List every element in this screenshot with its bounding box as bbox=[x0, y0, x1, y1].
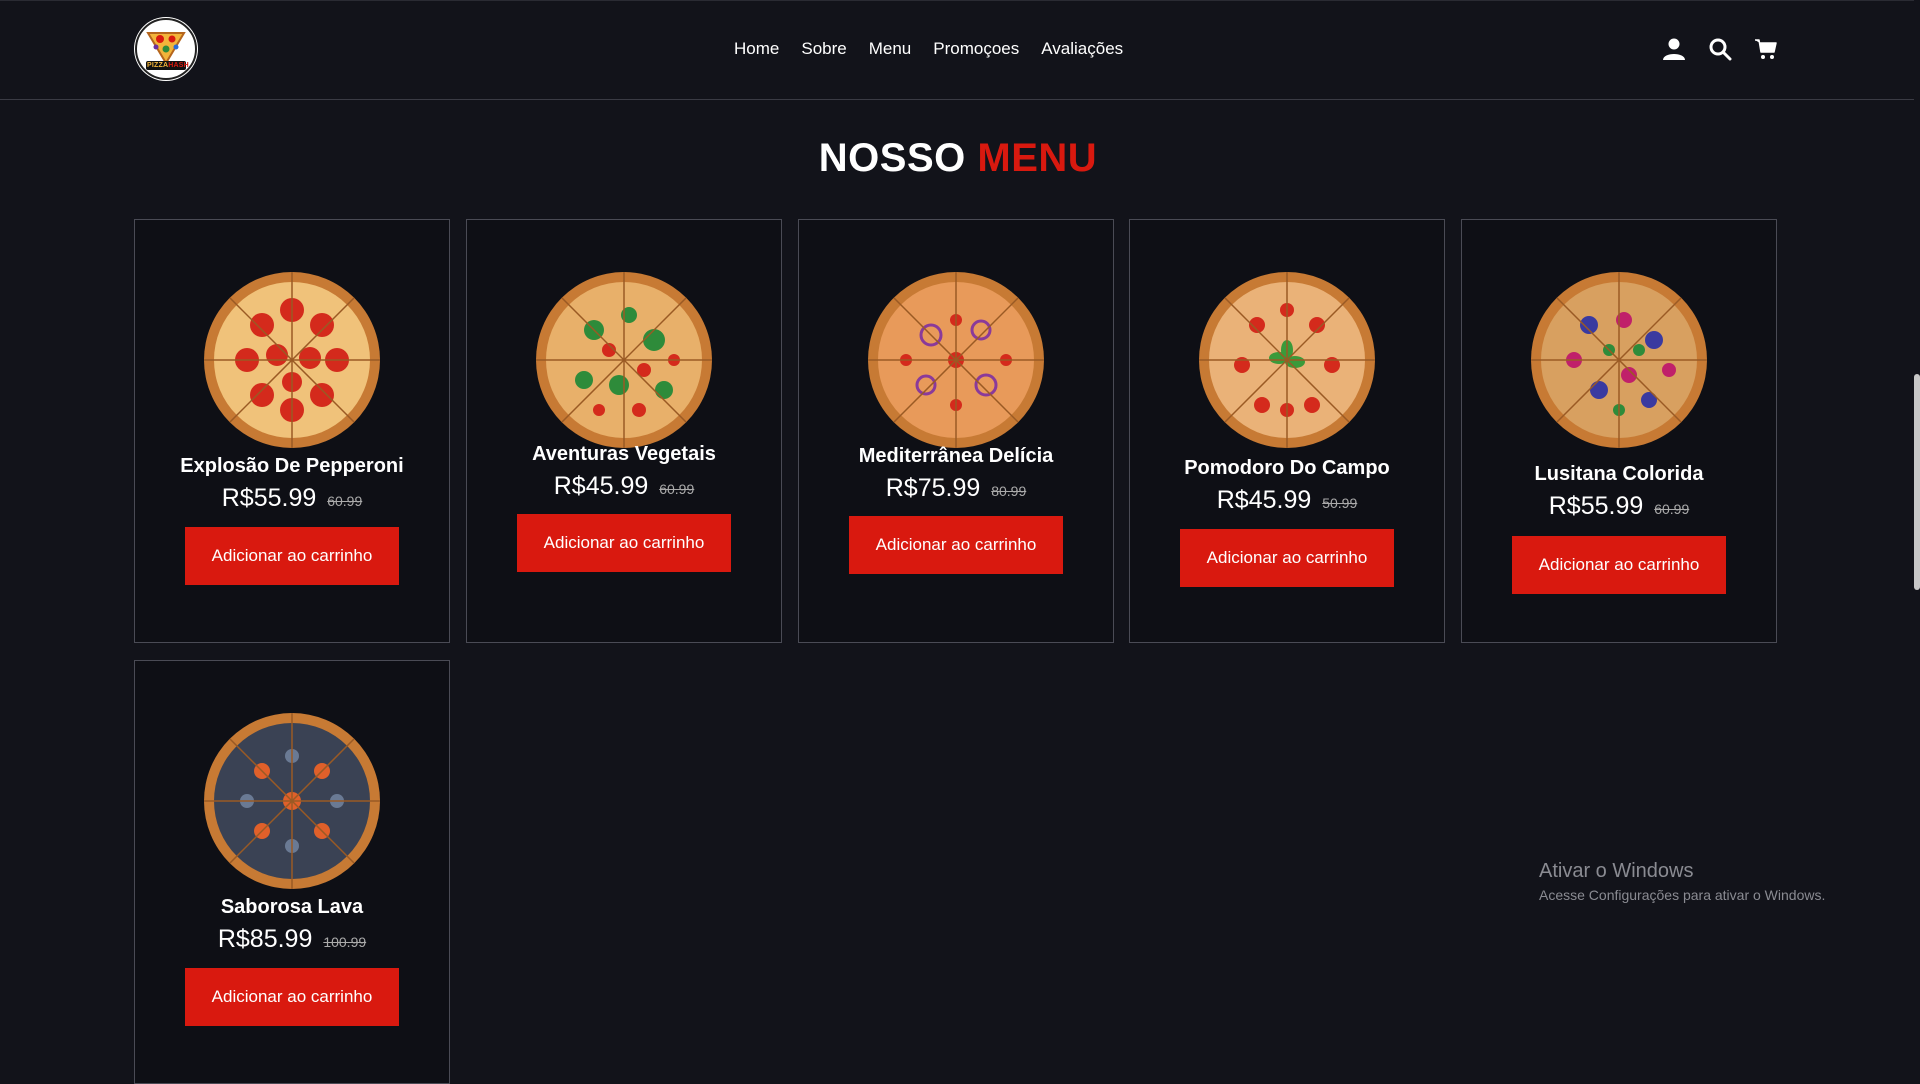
watermark-subtitle: Acesse Configurações para ativar o Windo… bbox=[1539, 887, 1826, 903]
logo-text-pizza: PIZZA bbox=[147, 62, 169, 69]
pizza-mediterranean-image bbox=[868, 272, 1044, 448]
section-title: NOSSO MENU bbox=[0, 136, 1916, 181]
product-name: Saborosa Lava bbox=[220, 896, 364, 918]
watermark-title: Ativar o Windows bbox=[1539, 860, 1694, 882]
old-price: 50.99 bbox=[1322, 495, 1358, 511]
product-name: Explosão De Pepperoni bbox=[180, 455, 404, 477]
add-to-cart-button[interactable]: Adicionar ao carrinho bbox=[517, 514, 731, 572]
section-title-white: NOSSO bbox=[818, 136, 966, 180]
old-price: 60.99 bbox=[1654, 501, 1690, 517]
pizza-lava-image bbox=[204, 713, 380, 889]
product-card: Mediterrânea Delícia R$75.99 80.99 Adici… bbox=[798, 219, 1114, 643]
windows-activation-watermark: Ativar o Windows Acesse Configurações pa… bbox=[1539, 860, 1825, 903]
add-to-cart-button[interactable]: Adicionar ao carrinho bbox=[185, 527, 399, 585]
scrollbar-thumb[interactable] bbox=[1914, 374, 1920, 590]
product-card: Lusitana Colorida R$55.99 60.99 Adiciona… bbox=[1461, 219, 1777, 643]
product-price: R$55.99 60.99 bbox=[135, 484, 449, 513]
navbar: PIZZAHASH Home Sobre Menu Promoçoes Aval… bbox=[0, 0, 1916, 100]
product-card: Aventuras Vegetais R$45.99 60.99 Adicion… bbox=[466, 219, 782, 643]
add-to-cart-button[interactable]: Adicionar ao carrinho bbox=[849, 516, 1063, 574]
nav-promocoes[interactable]: Promoçoes bbox=[933, 39, 1019, 59]
old-price: 60.99 bbox=[327, 493, 363, 509]
product-name: Lusitana Colorida bbox=[1534, 463, 1704, 485]
product-name: Mediterrânea Delícia bbox=[858, 445, 1054, 467]
product-price: R$45.99 50.99 bbox=[1130, 486, 1444, 515]
add-to-cart-button[interactable]: Adicionar ao carrinho bbox=[185, 968, 399, 1026]
product-price: R$55.99 60.99 bbox=[1462, 492, 1776, 521]
pizza-vegetables-image bbox=[536, 272, 712, 448]
product-price: R$75.99 80.99 bbox=[799, 474, 1113, 503]
nav-menu[interactable]: Menu bbox=[869, 39, 912, 59]
logo-text-hash: HASH bbox=[168, 62, 189, 69]
user-icon[interactable] bbox=[1662, 37, 1686, 61]
nav-sobre[interactable]: Sobre bbox=[801, 39, 846, 59]
section-title-accent: MENU bbox=[977, 136, 1098, 180]
product-card: Pomodoro Do Campo R$45.99 50.99 Adiciona… bbox=[1129, 219, 1445, 643]
nav-icons bbox=[1662, 37, 1778, 61]
product-price: R$45.99 60.99 bbox=[467, 472, 781, 501]
current-price: R$75.99 bbox=[885, 474, 981, 502]
product-name: Aventuras Vegetais bbox=[532, 443, 716, 465]
pizzahash-logo[interactable]: PIZZAHASH bbox=[134, 17, 198, 81]
nav-home[interactable]: Home bbox=[734, 39, 779, 59]
add-to-cart-button[interactable]: Adicionar ao carrinho bbox=[1512, 536, 1726, 594]
old-price: 60.99 bbox=[659, 481, 695, 497]
cart-icon[interactable] bbox=[1754, 37, 1778, 61]
product-name: Pomodoro Do Campo bbox=[1184, 457, 1390, 479]
nav-avaliacoes[interactable]: Avaliações bbox=[1041, 39, 1123, 59]
old-price: 80.99 bbox=[991, 483, 1027, 499]
add-to-cart-button[interactable]: Adicionar ao carrinho bbox=[1180, 529, 1394, 587]
pizza-pepperoni-image bbox=[204, 272, 380, 448]
product-card: Explosão De Pepperoni R$55.99 60.99 Adic… bbox=[134, 219, 450, 643]
pizza-logo-icon bbox=[135, 18, 197, 80]
product-card: Saborosa Lava R$85.99 100.99 Adicionar a… bbox=[134, 660, 450, 1084]
page-scrollbar[interactable] bbox=[1914, 0, 1920, 948]
product-price: R$85.99 100.99 bbox=[135, 925, 449, 954]
current-price: R$45.99 bbox=[553, 472, 649, 500]
current-price: R$85.99 bbox=[217, 925, 313, 953]
search-icon[interactable] bbox=[1708, 37, 1732, 61]
current-price: R$55.99 bbox=[221, 484, 317, 512]
pizza-tomato-basil-image bbox=[1199, 272, 1375, 448]
pizza-berries-image bbox=[1531, 272, 1707, 448]
current-price: R$55.99 bbox=[1548, 492, 1644, 520]
current-price: R$45.99 bbox=[1216, 486, 1312, 514]
main-nav: Home Sobre Menu Promoçoes Avaliações bbox=[734, 39, 1123, 59]
logo-text: PIZZAHASH bbox=[147, 62, 189, 69]
